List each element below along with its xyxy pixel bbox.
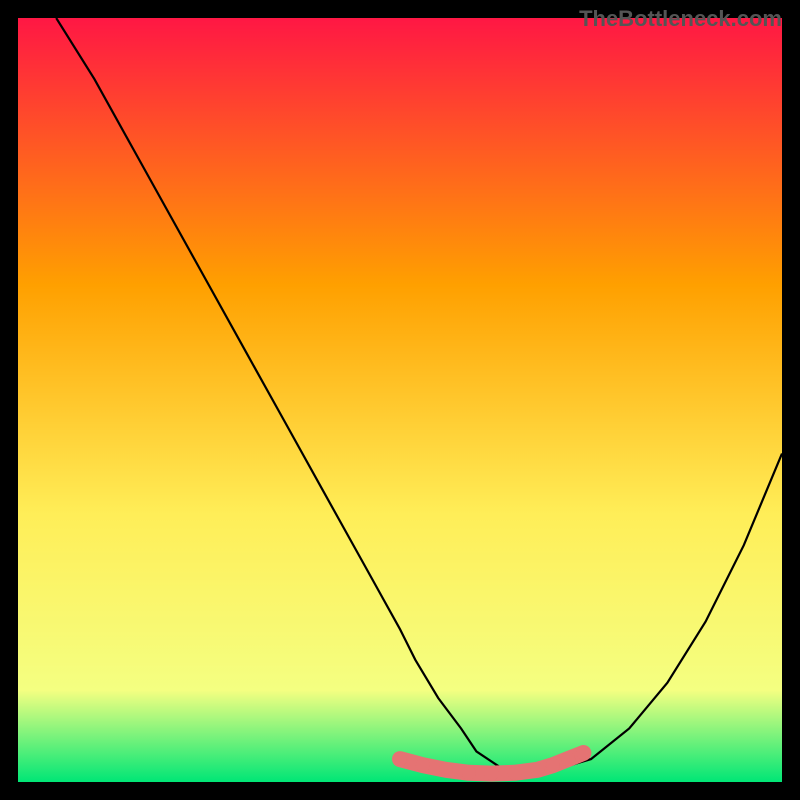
marker-dot: [393, 752, 407, 766]
marker-dot: [439, 763, 453, 777]
marker-dot: [546, 758, 560, 772]
marker-dot: [531, 763, 545, 777]
marker-dot: [576, 746, 590, 760]
watermark-text: TheBottleneck.com: [579, 6, 782, 32]
marker-dot: [485, 767, 499, 781]
marker-dot: [561, 752, 575, 766]
marker-dot: [416, 758, 430, 772]
marker-dot: [508, 766, 522, 780]
marker-dot: [462, 766, 476, 780]
chart-svg: [18, 18, 782, 782]
gradient-background: [18, 18, 782, 782]
chart-area: [18, 18, 782, 782]
